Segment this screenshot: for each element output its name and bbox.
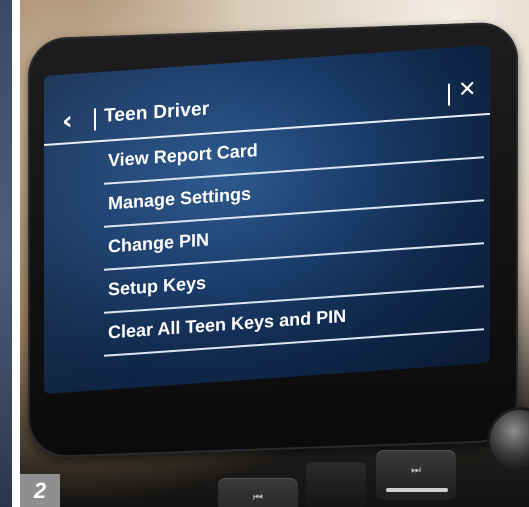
- next-track-icon: ⏭: [411, 463, 421, 476]
- header-separator: [94, 108, 96, 131]
- photo-divider: [12, 0, 20, 507]
- previous-track-button[interactable]: ⏮: [218, 478, 298, 507]
- hardware-button-row: ⏮ ⏭: [180, 450, 480, 507]
- infotainment-screen: ‹ Teen Driver ✕ View Report Card Manage …: [44, 44, 490, 394]
- menu-item-label: Setup Keys: [108, 272, 207, 300]
- menu-item-label: Clear All Teen Keys and PIN: [108, 305, 347, 343]
- close-separator: [448, 83, 450, 106]
- menu-item-label: View Report Card: [108, 140, 258, 171]
- teen-driver-menu: View Report Card Manage Settings Change …: [44, 115, 490, 361]
- chevron-left-icon[interactable]: ‹: [62, 106, 84, 137]
- button-chrome-trim: [386, 488, 448, 492]
- center-hardware-button[interactable]: [306, 462, 366, 507]
- close-icon[interactable]: ✕: [458, 77, 476, 103]
- adjacent-photo-strip: [0, 0, 12, 507]
- menu-item-label: Manage Settings: [108, 183, 252, 214]
- page-title: Teen Driver: [104, 98, 210, 127]
- step-number-badge: 2: [20, 474, 60, 507]
- menu-item-label: Change PIN: [108, 229, 210, 257]
- car-dashboard-photo: ‹ Teen Driver ✕ View Report Card Manage …: [20, 0, 529, 507]
- next-track-button[interactable]: ⏭: [376, 450, 456, 500]
